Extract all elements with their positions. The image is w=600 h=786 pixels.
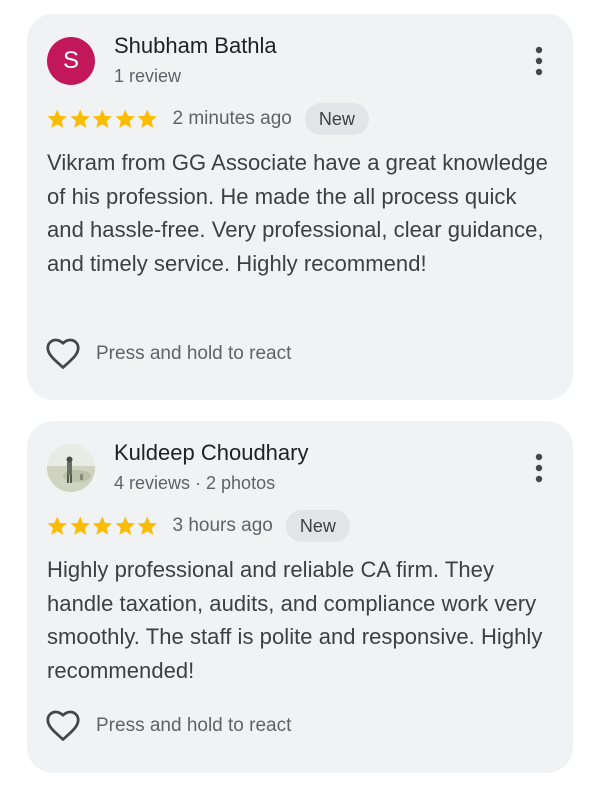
review-card: Kuldeep Choudhary 4 reviews · 2 photos 3…: [27, 421, 573, 773]
star-icon: [115, 109, 135, 128]
review-time: 3 hours ago: [172, 515, 273, 536]
more-options-button[interactable]: [527, 451, 551, 485]
reviewer-name[interactable]: Kuldeep Choudhary: [114, 440, 308, 466]
review-text: Highly professional and reliable CA firm…: [47, 557, 543, 683]
rating-row: 2 minutes ago New: [46, 102, 369, 136]
review-time: 2 minutes ago: [172, 108, 292, 129]
star-icon: [137, 109, 157, 128]
star-icon: [92, 516, 112, 535]
heart-outline-icon: [46, 338, 80, 369]
star-icon: [47, 109, 67, 128]
react-label: Press and hold to react: [96, 715, 292, 736]
star-icon: [137, 516, 157, 535]
more-vert-icon: [535, 453, 543, 483]
avatar[interactable]: [47, 444, 95, 492]
avatar-letter: S: [62, 47, 79, 74]
new-badge: New: [304, 103, 369, 135]
avatar-photo: [47, 444, 95, 492]
star-icon: [115, 516, 135, 535]
react-button[interactable]: Press and hold to react: [46, 336, 291, 372]
review-text: Vikram from GG Associate have a great kn…: [47, 150, 548, 276]
star-rating: [46, 514, 159, 538]
reviewer-name[interactable]: Shubham Bathla: [114, 33, 277, 59]
more-options-button[interactable]: [527, 44, 551, 78]
more-vert-icon: [535, 46, 543, 76]
star-icon: [70, 109, 90, 128]
react-label: Press and hold to react: [96, 343, 292, 364]
rating-row: 3 hours ago New: [46, 509, 350, 543]
star-icon: [92, 109, 112, 128]
react-button[interactable]: Press and hold to react: [46, 708, 291, 744]
star-icon: [47, 516, 67, 535]
avatar[interactable]: S: [47, 37, 95, 85]
review-card: S Shubham Bathla 1 review 2 minutes ago …: [27, 14, 573, 400]
star-icon: [70, 516, 90, 535]
reviewer-meta: 1 review: [114, 66, 182, 86]
star-rating: [46, 107, 159, 131]
new-badge: New: [285, 510, 350, 542]
reviewer-meta: 4 reviews · 2 photos: [114, 473, 276, 493]
heart-outline-icon: [46, 710, 80, 741]
